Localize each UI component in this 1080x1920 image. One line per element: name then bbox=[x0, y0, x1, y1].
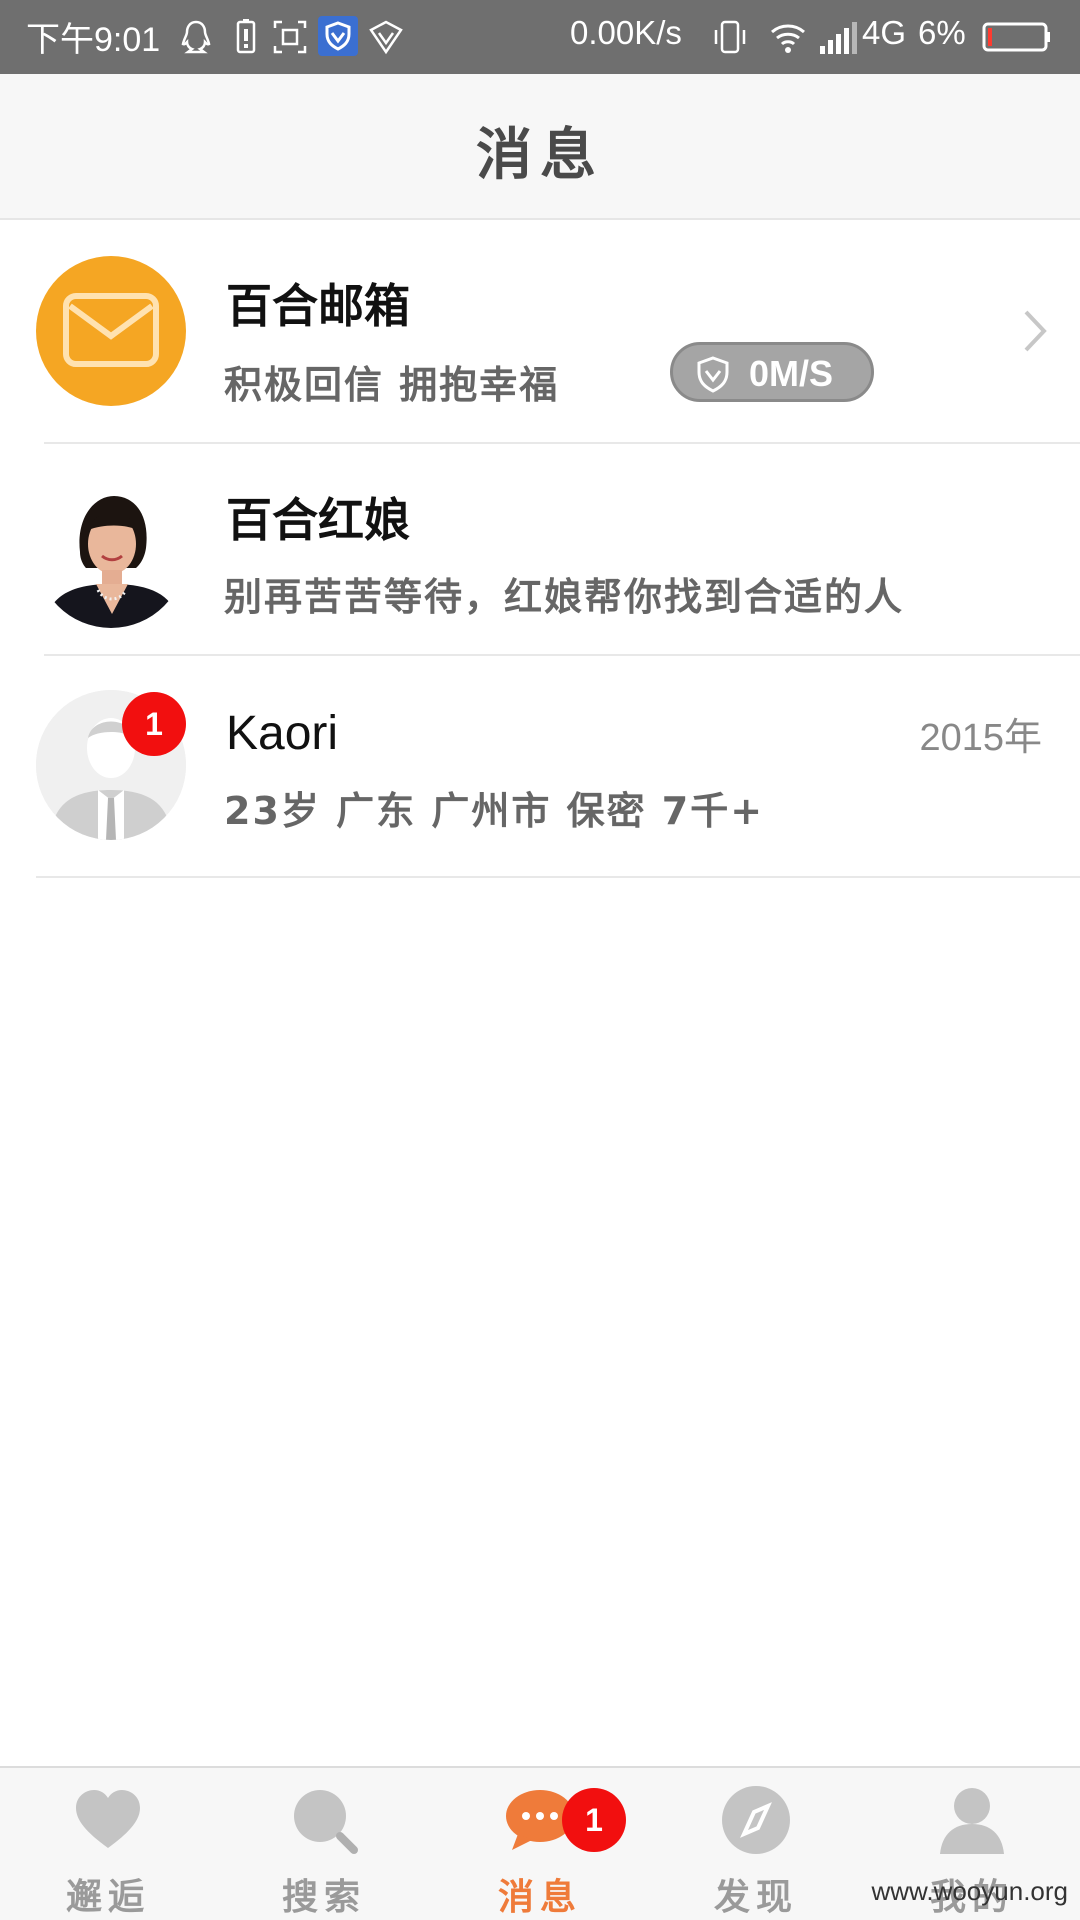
speed-badge: 0M/S bbox=[670, 342, 874, 402]
list-item-matchmaker[interactable]: 百合红娘 别再苦苦等待，红娘帮你找到合适的人 bbox=[0, 444, 1080, 654]
list-item-kaori[interactable]: Kaori 23岁 广东 广州市 保密 7千+ bbox=[0, 656, 1080, 876]
network-type: 4G bbox=[862, 14, 907, 51]
envelope-icon bbox=[63, 293, 159, 367]
signal-icon bbox=[820, 22, 857, 54]
compass-icon bbox=[722, 1786, 790, 1854]
vpn-icon bbox=[369, 20, 403, 55]
tab-badge: 1 bbox=[562, 1788, 626, 1852]
tab-label: 邂逅 bbox=[65, 1877, 150, 1918]
matchmaker-photo bbox=[36, 478, 186, 628]
row-date: 2015年 bbox=[919, 717, 1042, 759]
vibrate-icon bbox=[714, 20, 746, 54]
divider bbox=[36, 876, 1080, 878]
page-title: 消息 bbox=[476, 123, 604, 188]
profile-icon bbox=[940, 1788, 1004, 1854]
battery-icon bbox=[982, 22, 1050, 52]
heart-icon bbox=[76, 1790, 140, 1848]
matchmaker-avatar bbox=[36, 478, 186, 628]
battery-saver-icon bbox=[236, 19, 256, 54]
row-subtitle: 积极回信 拥抱幸福 bbox=[224, 363, 560, 407]
chevron-right-icon[interactable] bbox=[1022, 308, 1050, 354]
status-bar: 下午9:01 0.00K/s 4G 6% bbox=[0, 0, 1080, 74]
tab-label: 搜索 bbox=[281, 1877, 366, 1918]
row-subtitle: 别再苦苦等待，红娘帮你找到合适的人 bbox=[224, 575, 905, 619]
screenshot-icon bbox=[273, 20, 307, 54]
row-name: 百合邮箱 bbox=[226, 279, 410, 333]
wifi-icon bbox=[771, 24, 805, 53]
speed-badge-text: 0M/S bbox=[749, 353, 834, 394]
row-name: 百合红娘 bbox=[226, 493, 410, 547]
search-icon bbox=[294, 1790, 358, 1854]
app-header: 消息 bbox=[0, 74, 1080, 220]
watermark: www.wooyun.org bbox=[871, 1876, 1068, 1906]
mailbox-avatar bbox=[36, 256, 186, 406]
tab-discover[interactable]: 发现 bbox=[648, 1768, 864, 1920]
tab-label: 消息 bbox=[497, 1877, 582, 1918]
shield-icon bbox=[697, 356, 729, 393]
battery-percent: 6% bbox=[918, 14, 966, 51]
network-speed: 0.00K/s bbox=[570, 14, 682, 51]
row-name: Kaori bbox=[226, 707, 339, 760]
row-subtitle: 23岁 广东 广州市 保密 7千+ bbox=[224, 789, 765, 833]
list-item-mailbox[interactable]: 百合邮箱 积极回信 拥抱幸福 bbox=[0, 220, 1080, 442]
status-time: 下午9:01 bbox=[26, 21, 161, 59]
tab-encounter[interactable]: 邂逅 bbox=[0, 1768, 216, 1920]
tab-label: 发现 bbox=[713, 1877, 798, 1918]
tab-search[interactable]: 搜索 bbox=[216, 1768, 432, 1920]
tab-messages[interactable]: 消息 bbox=[432, 1768, 648, 1920]
security-shield-icon bbox=[318, 16, 358, 56]
qq-icon bbox=[181, 20, 211, 54]
unread-badge: 1 bbox=[122, 692, 186, 756]
